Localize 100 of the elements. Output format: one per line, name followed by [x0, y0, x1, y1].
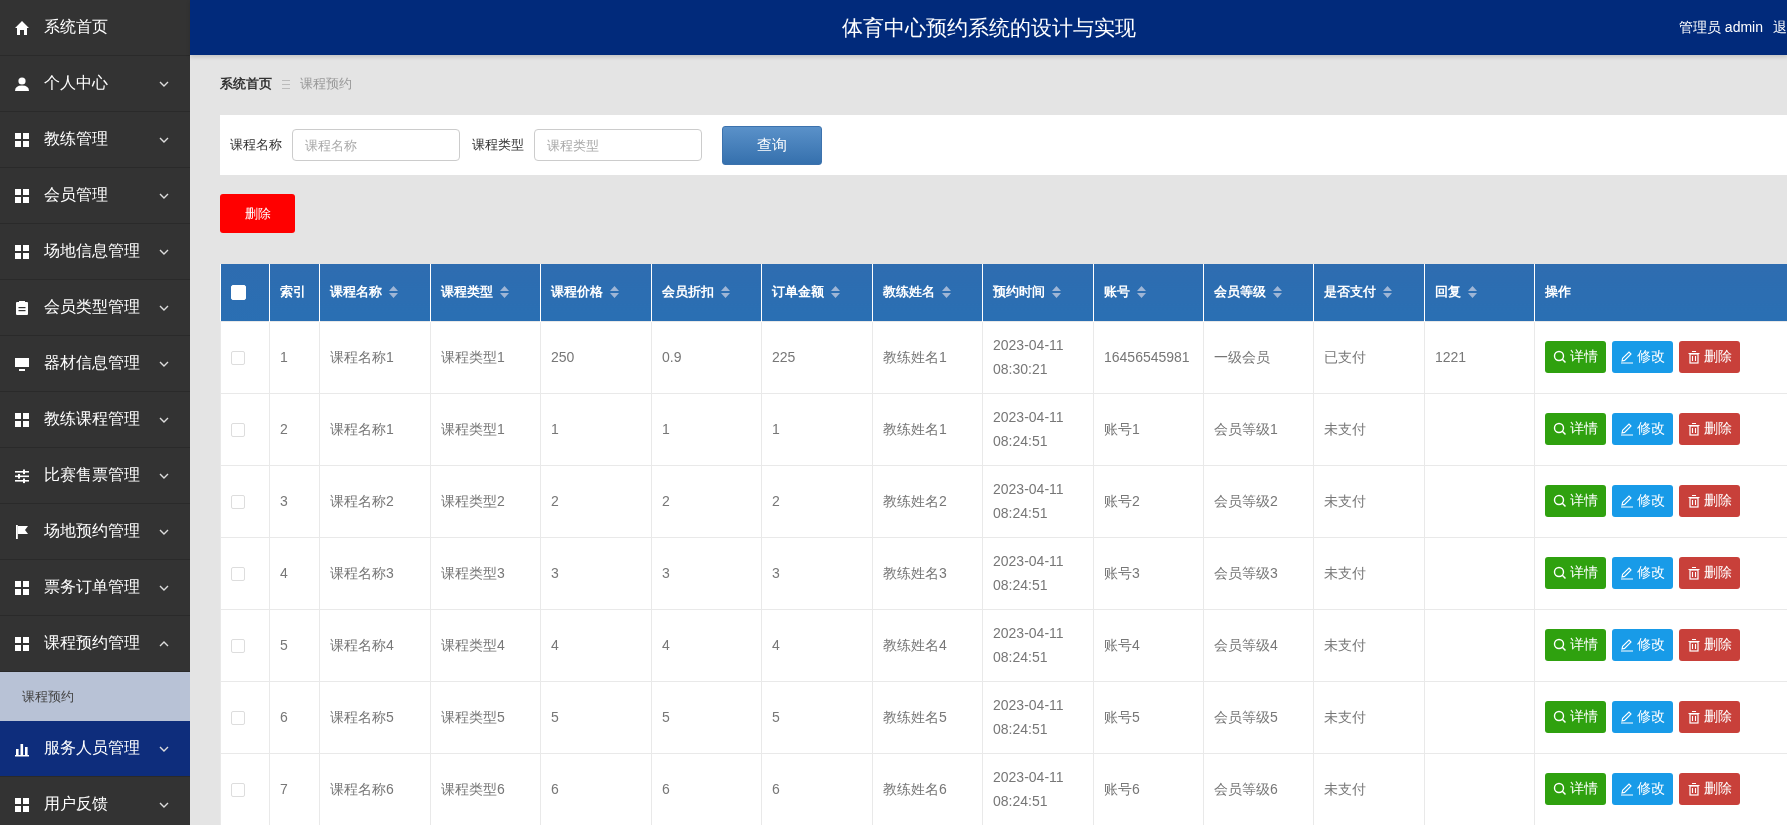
pencil-icon	[1620, 782, 1634, 796]
table-cell: 课程类型3	[441, 565, 505, 581]
column-header: 课程类型	[441, 283, 493, 302]
detail-button[interactable]: 详情	[1545, 701, 1606, 733]
search-icon	[1553, 710, 1567, 724]
search-icon	[1553, 422, 1567, 436]
breadcrumb-link[interactable]: 系统首页	[220, 74, 272, 93]
pencil-icon	[1620, 494, 1634, 508]
table-cell: 教练姓名2	[883, 493, 947, 509]
row-checkbox[interactable]	[231, 423, 245, 438]
table-cell: 0.9	[662, 349, 682, 365]
row-checkbox[interactable]	[231, 783, 245, 798]
grid-icon	[14, 243, 30, 260]
column-header: 教练姓名	[883, 283, 935, 302]
submenu-item[interactable]: 课程预约	[0, 672, 190, 721]
grid-icon	[14, 579, 30, 596]
detail-button[interactable]: 详情	[1545, 557, 1606, 589]
table-cell: 1221	[1435, 349, 1467, 365]
grid-icon	[14, 131, 30, 148]
edit-button[interactable]: 修改	[1612, 629, 1673, 661]
edit-button[interactable]: 修改	[1612, 485, 1673, 517]
table-cell: 教练姓名6	[883, 781, 947, 797]
table-cell: 课程名称3	[330, 565, 394, 581]
table-cell: 4	[280, 565, 288, 581]
detail-button[interactable]: 详情	[1545, 629, 1606, 661]
detail-button[interactable]: 详情	[1545, 413, 1606, 445]
table-cell: 课程类型2	[441, 493, 505, 509]
edit-button[interactable]: 修改	[1612, 773, 1673, 805]
table-cell: 4	[772, 637, 780, 653]
table-cell: 5	[772, 709, 780, 725]
delete-button[interactable]: 删除	[1679, 629, 1740, 661]
sort-icon	[1383, 286, 1392, 299]
table-cell: 2023-04-11 08:24:51	[993, 769, 1064, 809]
logout-link[interactable]: 退	[1773, 18, 1787, 37]
delete-button[interactable]: 删除	[1679, 485, 1740, 517]
delete-button[interactable]: 删除	[1679, 773, 1740, 805]
search-field[interactable]: 课程类型	[534, 129, 702, 161]
edit-button[interactable]: 修改	[1612, 413, 1673, 445]
table-cell: 已支付	[1324, 349, 1366, 365]
table-cell: 2023-04-11 08:24:51	[993, 625, 1064, 665]
table-cell: 1	[772, 421, 780, 437]
clipboard-icon	[14, 299, 30, 316]
table-cell: 3	[662, 565, 670, 581]
table-cell: 未支付	[1324, 781, 1366, 797]
table-cell: 2	[662, 493, 670, 509]
row-checkbox[interactable]	[231, 639, 245, 654]
table-cell: 教练姓名1	[883, 349, 947, 365]
table-cell: 课程名称1	[330, 421, 394, 437]
sort-icon	[1052, 286, 1061, 299]
select-all-checkbox[interactable]	[230, 285, 246, 301]
sort-icon	[610, 286, 619, 299]
table-cell: 课程名称5	[330, 709, 394, 725]
search-field[interactable]: 课程名称	[292, 129, 460, 161]
detail-button[interactable]: 详情	[1545, 341, 1606, 373]
table-cell: 3	[551, 565, 559, 581]
search-icon	[1553, 566, 1567, 580]
sort-icon	[1468, 286, 1477, 299]
grid-icon	[14, 635, 30, 652]
delete-button[interactable]: 删除	[1679, 557, 1740, 589]
edit-button[interactable]: 修改	[1612, 701, 1673, 733]
delete-button[interactable]: 删除	[1679, 701, 1740, 733]
table-cell: 2	[280, 421, 288, 437]
table-cell: 账号6	[1104, 781, 1140, 797]
detail-button[interactable]: 详情	[1545, 485, 1606, 517]
sort-icon	[1137, 286, 1146, 299]
sidebar-item[interactable]: 服务人员管理	[0, 721, 190, 777]
edit-button[interactable]: 修改	[1612, 557, 1673, 589]
delete-button[interactable]: 删除	[220, 194, 295, 233]
monitor-icon	[14, 355, 30, 372]
row-checkbox[interactable]	[231, 351, 245, 366]
column-header: 索引	[280, 283, 306, 302]
pencil-icon	[1620, 710, 1634, 724]
table-cell: 课程类型5	[441, 709, 505, 725]
row-checkbox[interactable]	[231, 567, 245, 582]
table-cell: 2	[772, 493, 780, 509]
row-checkbox[interactable]	[231, 711, 245, 726]
delete-button[interactable]: 删除	[1679, 413, 1740, 445]
sort-icon	[500, 286, 509, 299]
table-cell: 课程名称2	[330, 493, 394, 509]
table-cell: 2023-04-11 08:24:51	[993, 553, 1064, 593]
trash-icon	[1687, 494, 1701, 508]
admin-label: 管理员 admin	[1678, 18, 1763, 37]
grid-icon	[14, 796, 30, 813]
edit-button[interactable]: 修改	[1612, 341, 1673, 373]
pencil-icon	[1620, 566, 1634, 580]
grid-icon	[14, 411, 30, 428]
pencil-icon	[1620, 422, 1634, 436]
table-cell: 课程类型4	[441, 637, 505, 653]
trash-icon	[1687, 422, 1701, 436]
table-cell: 教练姓名4	[883, 637, 947, 653]
row-checkbox[interactable]	[231, 495, 245, 510]
table-cell: 账号5	[1104, 709, 1140, 725]
column-header: 是否支付	[1324, 283, 1376, 302]
detail-button[interactable]: 详情	[1545, 773, 1606, 805]
table-cell: 未支付	[1324, 493, 1366, 509]
search-button[interactable]: 查询	[722, 125, 822, 165]
table-cell: 5	[551, 709, 559, 725]
delete-button[interactable]: 删除	[1679, 341, 1740, 373]
pencil-icon	[1620, 350, 1634, 364]
sort-icon	[831, 286, 840, 299]
